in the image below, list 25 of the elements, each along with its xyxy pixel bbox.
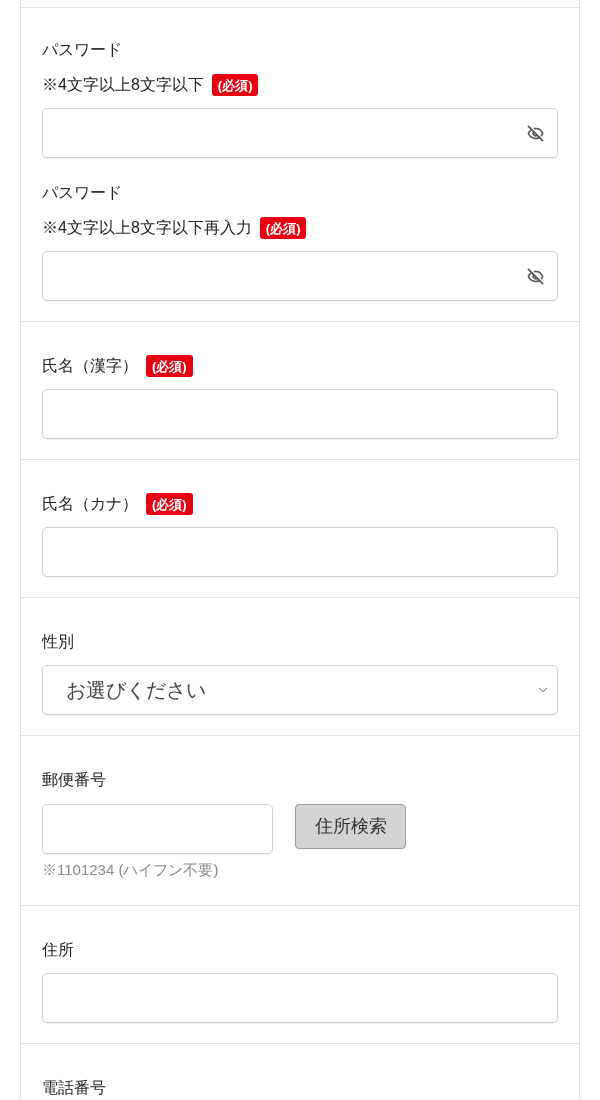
text-input[interactable] xyxy=(42,527,558,577)
dropdown[interactable]: お選びください xyxy=(42,665,558,715)
text-input[interactable] xyxy=(42,973,558,1023)
field-label: パスワード xyxy=(42,183,122,203)
field-hint: ※1101234 (ハイフン不要) xyxy=(42,860,219,880)
required-badge: (必須) xyxy=(211,74,259,96)
postal-code-input[interactable] xyxy=(42,804,273,854)
field-label: 電話番号 xyxy=(42,1078,106,1098)
address-search-button[interactable]: 住所検索 xyxy=(295,804,406,849)
field-label: パスワード xyxy=(42,40,122,60)
password-field[interactable] xyxy=(42,108,558,158)
text-input[interactable] xyxy=(42,389,558,439)
field-label: 氏名（カナ） xyxy=(42,494,138,514)
field-label: 氏名（漢字） xyxy=(42,356,138,376)
field-label: 郵便番号 xyxy=(42,770,106,790)
eye-slash-icon[interactable] xyxy=(527,267,544,285)
required-badge: (必須) xyxy=(146,355,193,377)
field-label: 性別 xyxy=(42,632,74,652)
required-badge: (必須) xyxy=(146,493,193,515)
eye-slash-icon[interactable] xyxy=(527,124,544,142)
field-note: ※4文字以上8文字以下 xyxy=(42,75,204,95)
field-label: 住所 xyxy=(42,940,74,960)
password-field[interactable] xyxy=(42,251,558,301)
required-badge: (必須) xyxy=(259,217,307,239)
field-note: ※4文字以上8文字以下再入力 xyxy=(42,218,252,238)
